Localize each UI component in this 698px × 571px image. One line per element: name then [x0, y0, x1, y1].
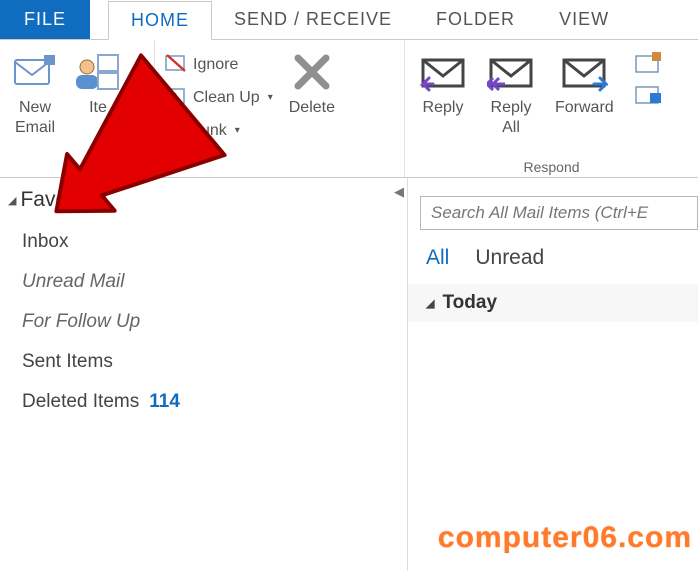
new-email-icon [14, 48, 56, 96]
favorites-header[interactable]: ◢ Favorites [8, 188, 393, 212]
search-placeholder: Search All Mail Items (Ctrl+E [431, 203, 648, 223]
reply-button[interactable]: Reply [413, 46, 473, 157]
favorites-label: Favorites [20, 188, 106, 212]
collapse-triangle-icon: ◢ [426, 297, 434, 310]
message-list-area: ◀ Search All Mail Items (Ctrl+E All Unre… [408, 178, 698, 571]
delete-label: Delete [289, 98, 335, 118]
nav-sent-items[interactable]: Sent Items [8, 342, 393, 382]
group-label-respond: Respond [413, 157, 690, 175]
ignore-icon [165, 52, 187, 77]
junk-icon [165, 118, 187, 143]
reply-all-button[interactable]: Reply All [481, 46, 541, 157]
filter-all[interactable]: All [426, 246, 449, 270]
ribbon: New Email Ite New [0, 40, 698, 178]
forward-button[interactable]: Forward [549, 46, 620, 157]
junk-button[interactable]: Junk ▾ [163, 116, 275, 145]
tab-file[interactable]: FILE [0, 0, 90, 39]
more-respond-icon[interactable] [634, 83, 662, 110]
ignore-label: Ignore [193, 56, 238, 74]
filter-unread[interactable]: Unread [475, 246, 544, 270]
meeting-icon[interactable] [634, 52, 662, 79]
respond-extra [628, 46, 664, 157]
new-items-icon [76, 48, 120, 96]
tab-folder[interactable]: FOLDER [414, 0, 537, 39]
cleanup-icon: × [165, 85, 187, 110]
reply-icon [419, 48, 467, 96]
forward-icon [560, 48, 608, 96]
nav-unread-mail[interactable]: Unread Mail [8, 262, 393, 302]
cleanup-button[interactable]: × Clean Up ▾ [163, 83, 275, 112]
nav-unread-label: Unread Mail [22, 271, 124, 293]
filter-bar: All Unread [408, 246, 698, 284]
new-email-button[interactable]: New Email [8, 46, 62, 157]
watermark: computer06.com [438, 521, 692, 555]
tab-home[interactable]: HOME [108, 1, 212, 40]
ribbon-group-respond: Reply Reply All [405, 40, 698, 177]
ribbon-group-new: New Email Ite New [0, 40, 155, 177]
nav-follow-up-label: For Follow Up [22, 311, 140, 333]
collapse-triangle-icon: ◢ [8, 194, 16, 207]
content-area: ◢ Favorites Inbox Unread Mail For Follow… [0, 178, 698, 571]
delete-button[interactable]: Delete [283, 46, 341, 157]
tab-home-label: HOME [131, 10, 189, 31]
cleanup-label: Clean Up [193, 89, 260, 107]
delete-icon [291, 48, 333, 96]
search-input[interactable]: Search All Mail Items (Ctrl+E [420, 196, 698, 230]
tab-view[interactable]: VIEW [537, 0, 631, 39]
reply-all-icon [487, 48, 535, 96]
nav-deleted-count: 114 [149, 391, 180, 413]
new-items-label: Ite [89, 98, 107, 118]
tab-send-receive[interactable]: SEND / RECEIVE [212, 0, 414, 39]
today-label: Today [442, 292, 497, 314]
new-items-button[interactable]: Ite [70, 46, 126, 157]
pane-collapse-handle[interactable]: ◀ [394, 184, 404, 200]
tab-view-label: VIEW [559, 9, 609, 30]
new-email-label: New Email [15, 98, 55, 138]
nav-deleted-label: Deleted Items [22, 391, 139, 413]
ribbon-tabbar: FILE HOME SEND / RECEIVE FOLDER VIEW [0, 0, 698, 40]
tab-file-label: FILE [24, 9, 66, 30]
chevron-down-icon: ▾ [235, 125, 240, 136]
group-header-today[interactable]: ◢ Today [408, 284, 698, 322]
group-label-delete [163, 157, 396, 175]
ignore-button[interactable]: Ignore [163, 50, 275, 79]
chevron-down-icon: ▾ [268, 92, 273, 103]
tab-folder-label: FOLDER [436, 9, 515, 30]
nav-deleted-items[interactable]: Deleted Items 114 [8, 382, 393, 422]
ribbon-group-delete: Ignore × Clean Up ▾ Junk ▾ [155, 40, 405, 177]
reply-all-label: Reply All [491, 98, 532, 138]
nav-sent-label: Sent Items [22, 351, 113, 373]
nav-follow-up[interactable]: For Follow Up [8, 302, 393, 342]
nav-inbox-label: Inbox [22, 231, 68, 253]
nav-inbox[interactable]: Inbox [8, 222, 393, 262]
navigation-pane: ◢ Favorites Inbox Unread Mail For Follow… [0, 178, 408, 571]
svg-text:×: × [169, 88, 177, 104]
junk-label: Junk [193, 122, 227, 140]
reply-label: Reply [423, 98, 464, 118]
tab-send-receive-label: SEND / RECEIVE [234, 9, 392, 30]
group-label-new: New [8, 157, 146, 175]
forward-label: Forward [555, 98, 614, 118]
